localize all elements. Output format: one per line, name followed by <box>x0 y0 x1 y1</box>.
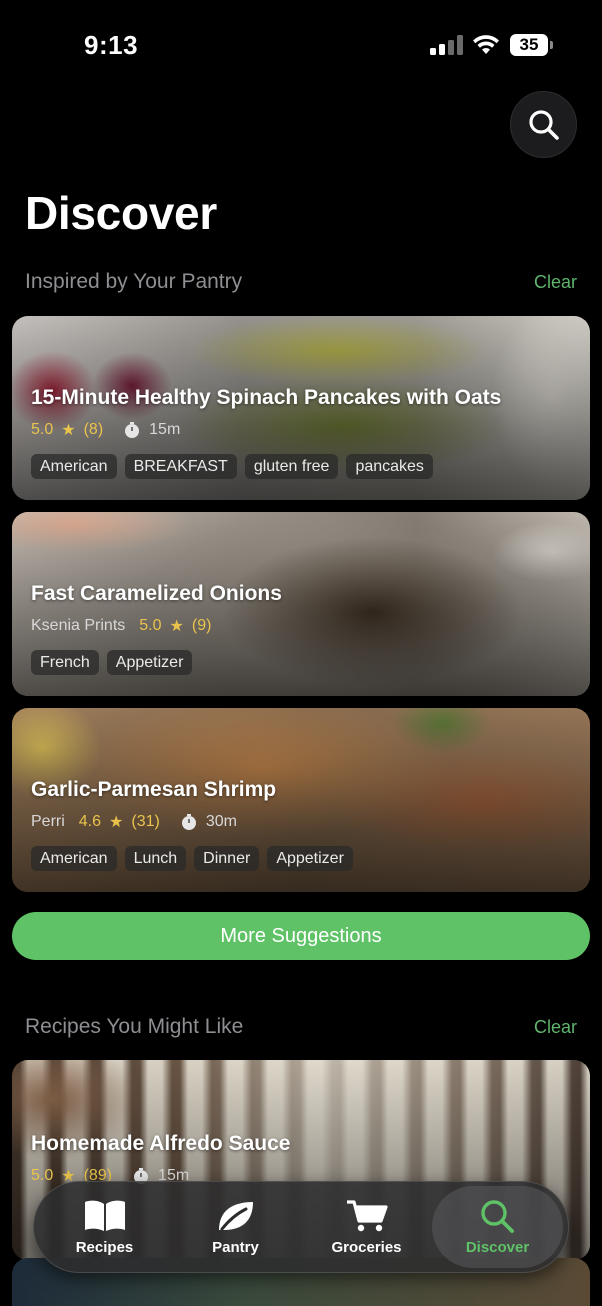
tab-label: Discover <box>465 1238 530 1256</box>
tab-label: Pantry <box>212 1238 259 1256</box>
star-icon: ★ <box>61 422 76 439</box>
recipe-author: Perri <box>31 813 65 830</box>
section-title-pantry: Inspired by Your Pantry <box>25 270 243 293</box>
clear-pantry-button[interactable]: Clear <box>534 272 577 293</box>
recipe-review-count: (9) <box>191 617 212 634</box>
star-icon: ★ <box>169 618 184 635</box>
recipe-tag: Lunch <box>124 846 187 871</box>
recipe-tag: French <box>31 650 99 675</box>
recipe-time: 30m <box>205 813 237 830</box>
recipe-tag: BREAKFAST <box>124 454 237 479</box>
book-icon <box>84 1200 125 1231</box>
recipe-rating: 5.0 <box>31 1167 54 1184</box>
recipe-card[interactable]: Garlic-Parmesan Shrimp Perri 4.6 ★ (31) … <box>12 708 590 892</box>
recipe-rating: 5.0 <box>31 421 54 438</box>
recipe-review-count: (31) <box>131 813 160 830</box>
cart-icon <box>346 1199 388 1231</box>
recipe-rating: 4.6 <box>78 813 102 830</box>
search-button[interactable] <box>510 91 577 158</box>
search-icon <box>480 1199 514 1233</box>
battery-indicator: 35 <box>510 34 553 56</box>
leaf-icon <box>218 1201 253 1230</box>
status-bar: 9:13 35 <box>0 0 602 80</box>
tab-label: Recipes <box>75 1238 134 1256</box>
recipe-card[interactable]: Fast Caramelized Onions Ksenia Prints 5.… <box>12 512 590 696</box>
recipe-title: Fast Caramelized Onions <box>31 582 282 605</box>
tab-label: Groceries <box>331 1238 402 1256</box>
timer-icon <box>181 814 196 830</box>
recipe-tag: Appetizer <box>106 650 193 675</box>
tab-pantry[interactable]: Pantry <box>170 1186 301 1268</box>
status-time: 9:13 <box>84 30 139 60</box>
recipe-rating: 5.0 <box>139 617 162 634</box>
recipe-tag: Appetizer <box>267 846 353 871</box>
recipe-card[interactable]: 15-Minute Healthy Spinach Pancakes with … <box>12 316 590 500</box>
star-icon: ★ <box>109 814 124 831</box>
tab-recipes[interactable]: Recipes <box>39 1186 170 1268</box>
recipe-review-count: (8) <box>83 421 104 438</box>
more-suggestions-button[interactable]: More Suggestions <box>12 912 590 960</box>
section-title-recommended: Recipes You Might Like <box>25 1015 244 1038</box>
clear-recommended-button[interactable]: Clear <box>534 1017 577 1038</box>
timer-icon <box>125 422 140 438</box>
recipe-title: Garlic-Parmesan Shrimp <box>31 778 277 801</box>
recipe-tag: gluten free <box>244 454 339 479</box>
recipe-tag: pancakes <box>346 454 433 479</box>
page-title: Discover <box>25 187 217 239</box>
recipe-title: Homemade Alfredo Sauce <box>31 1132 291 1155</box>
wifi-icon <box>473 35 499 54</box>
tab-bar: Recipes Pantry Groceries Discover <box>33 1181 569 1273</box>
tab-discover[interactable]: Discover <box>432 1186 563 1268</box>
search-icon <box>528 109 559 140</box>
recipe-tag: American <box>31 454 117 479</box>
recipe-author: Ksenia Prints <box>31 617 126 634</box>
recipe-time: 15m <box>149 421 181 438</box>
recipe-title: 15-Minute Healthy Spinach Pancakes with … <box>31 386 502 409</box>
tab-groceries[interactable]: Groceries <box>301 1186 432 1268</box>
recipe-tag: American <box>31 846 117 871</box>
recipe-tag: Dinner <box>194 846 260 871</box>
signal-icon <box>430 35 464 55</box>
